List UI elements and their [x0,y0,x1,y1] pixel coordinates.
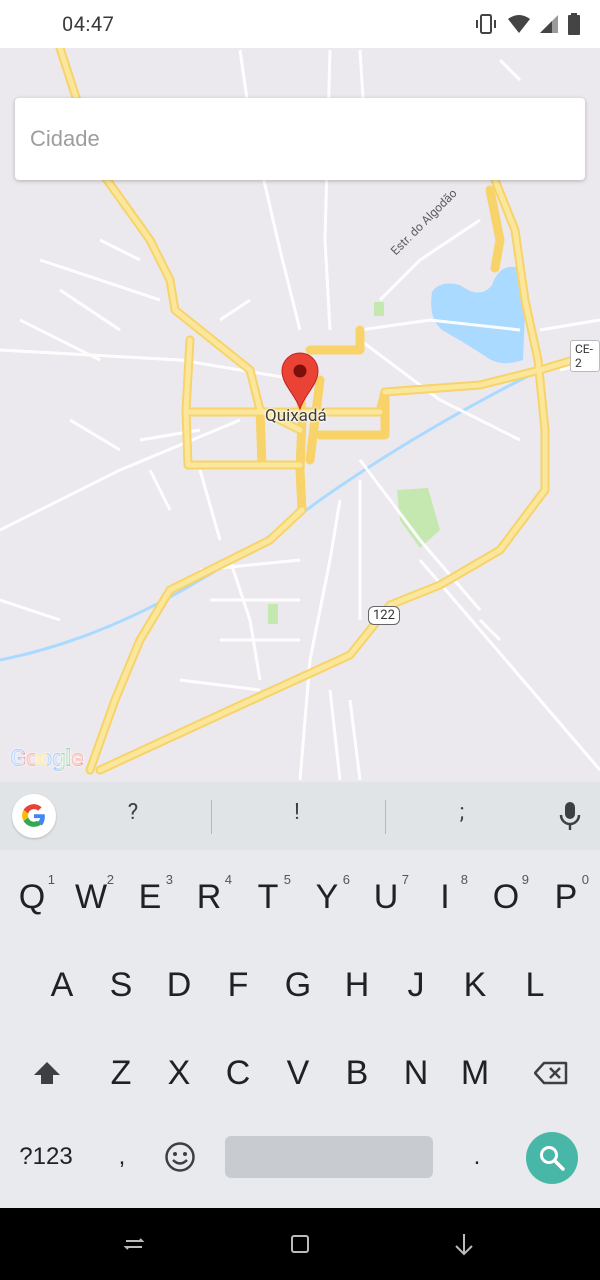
period-key[interactable]: . [448,1122,506,1192]
key-c[interactable]: C [209,1038,267,1108]
backspace-icon [534,1061,568,1085]
recents-icon[interactable] [122,1232,146,1260]
highway-badge: 122 [368,606,400,625]
key-d[interactable]: D [150,950,208,1020]
city-search-input[interactable] [15,98,550,180]
emoji-key[interactable] [151,1122,209,1192]
status-time: 04:47 [62,12,115,36]
key-b[interactable]: B [328,1038,386,1108]
key-n[interactable]: N [387,1038,445,1108]
wifi-icon [508,14,530,34]
emoji-icon [165,1142,195,1172]
key-w[interactable]: W2 [62,862,120,932]
key-v[interactable]: V [269,1038,327,1108]
key-k[interactable]: K [446,950,504,1020]
key-u[interactable]: U7 [357,862,415,932]
suggestion-divider [211,800,212,834]
key-h[interactable]: H [328,950,386,1020]
key-m[interactable]: M [446,1038,504,1108]
home-icon[interactable] [288,1232,312,1260]
suggestion-3[interactable]: ; [442,800,482,825]
search-icon [540,1146,565,1171]
key-y[interactable]: Y6 [298,862,356,932]
key-p[interactable]: P0 [537,862,595,932]
key-g[interactable]: G [269,950,327,1020]
shift-icon [34,1062,60,1084]
status-bar: 04:47 [0,0,600,48]
key-i[interactable]: I8 [416,862,474,932]
suggestion-1[interactable]: ? [113,800,153,825]
backspace-key[interactable] [522,1038,580,1108]
shift-key[interactable] [18,1038,76,1108]
vibrate-icon [474,12,498,36]
key-s[interactable]: S [92,950,150,1020]
key-z[interactable]: Z [92,1038,150,1108]
key-t[interactable]: T5 [239,862,297,932]
comma-key[interactable]: , [93,1122,151,1192]
soft-keyboard: ? ! ; Q1 W2 E3 R4 T5 Y6 U7 I8 O9 P0 A S … [0,782,600,1208]
key-l[interactable]: L [506,950,564,1020]
spacebar[interactable] [225,1136,433,1178]
key-a[interactable]: A [33,950,91,1020]
navigation-bar [0,1208,600,1280]
location-pin-icon[interactable] [280,351,320,415]
key-r[interactable]: R4 [180,862,238,932]
key-e[interactable]: E3 [121,862,179,932]
suggestion-2[interactable]: ! [277,800,317,825]
microphone-icon[interactable] [556,800,584,836]
google-search-button[interactable] [12,794,56,838]
road-badge-ce: CE-2 [570,340,600,372]
key-j[interactable]: J [387,950,445,1020]
city-search-box[interactable] [15,98,585,180]
key-o[interactable]: O9 [477,862,535,932]
google-logo: Google [10,744,84,772]
suggestion-divider [385,800,386,834]
suggestion-strip: ? ! ; [0,782,600,850]
battery-icon [568,13,580,35]
symbols-key[interactable]: ?123 [10,1122,82,1192]
key-x[interactable]: X [150,1038,208,1108]
key-q[interactable]: Q1 [3,862,61,932]
status-icons [474,12,580,36]
back-icon[interactable] [452,1232,476,1260]
google-g-icon [22,804,45,827]
signal-icon [540,14,558,34]
search-action-key[interactable] [526,1132,578,1184]
key-f[interactable]: F [209,950,267,1020]
